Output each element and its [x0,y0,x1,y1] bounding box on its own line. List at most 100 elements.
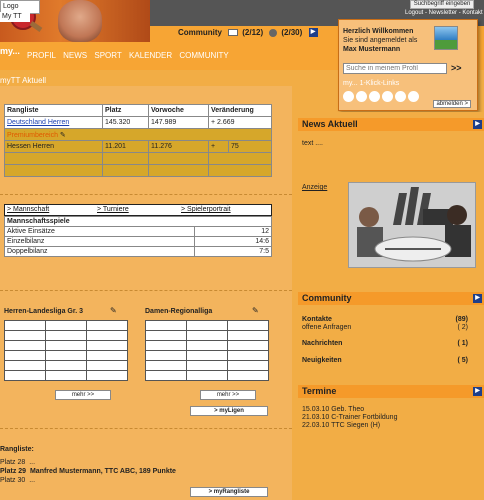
quick-link-3[interactable] [369,91,380,102]
ranking-cell: 11.201 [102,140,149,153]
league-left-table [4,320,128,381]
mail-count[interactable]: (2/12) [242,28,263,37]
ranking-cell: 145.320 [102,116,149,129]
stat-label: Einzelbilanz [4,236,195,247]
divider [0,428,292,429]
league-right-more-button[interactable]: mehr >> [200,390,256,400]
league-cell [186,340,228,351]
league-cell [145,360,187,371]
empty-cell [102,164,149,177]
league-cell [45,360,87,371]
community-title[interactable]: Community [302,293,352,303]
community-arrow-icon[interactable]: ▶ [308,28,318,38]
league-right-title[interactable]: Damen-Regionalliga [145,308,212,315]
ranking-cell: 11.276 [148,140,209,153]
league-cell [227,320,269,331]
ranking-cell: 75 [228,140,272,153]
profile-image-icon[interactable] [434,26,458,50]
edit-icon[interactable]: ✎ [60,132,66,139]
league-cell [86,350,128,361]
league-cell [145,370,187,381]
nav-item-profil[interactable]: PROFIL [27,51,56,60]
nav-item-community[interactable]: COMMUNITY [179,51,228,60]
league-cell [145,330,187,341]
welcome-box: Herzlich Willkommen Sie sind angemeldet … [338,19,478,111]
league-cell [186,370,228,381]
divider [0,194,292,195]
profile-search-go-button[interactable]: >> [451,63,462,73]
nav-item-news[interactable]: NEWS [63,51,87,60]
user-icon[interactable] [269,28,278,37]
nav-item-kalender[interactable]: KALENDER [129,51,172,60]
mail-icon[interactable] [228,29,239,37]
advertisement-image[interactable] [348,182,476,268]
rank-place: Platz 28 [0,459,26,466]
community-row-kontakte[interactable]: Kontakte (89) [302,316,478,323]
community-row-anfragen[interactable]: offene Anfragen ( 2) [302,324,478,331]
rank-text: Manfred Mustermann, TTC ABC, 189 Punkte [29,468,176,475]
ad-label: Anzeige [302,184,328,191]
quick-link-1[interactable] [343,91,354,102]
team-stats-title: Mannschaftsspiele [4,216,272,227]
community-bar: Community (2/12) (2/30) ▶ [178,26,323,39]
termine-title[interactable]: Termine [302,386,336,396]
stat-value: 7:5 [194,246,272,257]
quick-links-label: my... 1-Klick-Links [343,80,400,87]
tab-spielerportrait[interactable]: > Spielerportrait [181,206,231,213]
my-rangliste-button[interactable]: > myRangliste [190,487,268,497]
tab-mannschaft[interactable]: > Mannschaft [7,206,49,213]
league-left-title[interactable]: Herren-Landesliga Gr. 3 [4,308,83,315]
ranking-link-deutschland[interactable]: Deutschland Herren [7,119,69,126]
league-cell [4,350,46,361]
adidas-ad-graphic [349,183,475,267]
community-row-neuigkeiten[interactable]: Neuigkeiten ( 5) [302,357,478,364]
community-row-nachrichten[interactable]: Nachrichten ( 1) [302,340,478,347]
news-arrow-icon[interactable]: ▶ [473,120,482,129]
league-cell [4,320,46,331]
ranking-cell: + [208,140,229,153]
logout-button[interactable]: abmelden > [433,100,471,108]
league-cell [145,340,187,351]
right-column: News Aktuell ▶ text .... Anzeige Communit… [298,112,484,500]
ranking-cell[interactable]: Deutschland Herren [4,116,103,129]
termine-item[interactable]: 22.03.10 TTC Siegen (H) [302,422,380,429]
profile-search-input[interactable] [343,63,447,74]
neuigkeiten-count: ( 5) [457,357,469,364]
league-cell [186,320,228,331]
league-cell [86,340,128,351]
league-cell [86,360,128,371]
stat-label: Aktive Einsätze [4,226,195,237]
rank-place: Platz 30 [0,477,26,484]
search-button[interactable]: Suchbegriff eingeben [410,0,474,9]
neuigkeiten-label: Neuigkeiten [302,357,342,364]
termine-header: Termine ▶ [298,385,484,398]
league-cell [45,330,87,341]
league-cell [4,340,46,351]
quick-link-5[interactable] [395,91,406,102]
termine-item[interactable]: 15.03.10 Geb. Theo [302,406,364,413]
stat-label: Doppelbilanz [4,246,195,257]
quick-link-2[interactable] [356,91,367,102]
premium-cell: Premiumbereich ✎ [4,128,272,141]
community-label[interactable]: Community [178,28,222,37]
ranking-header-vorwoche: Vorwoche [148,104,209,117]
user-count[interactable]: (2/30) [281,28,302,37]
quick-link-6[interactable] [408,91,419,102]
premium-label[interactable]: Premiumbereich [7,132,58,139]
nav-brand[interactable]: my... [0,46,20,56]
tab-turniere[interactable]: > Turniere [97,206,129,213]
nachrichten-label: Nachrichten [302,340,343,347]
nav-item-sport[interactable]: SPORT [94,51,121,60]
news-title[interactable]: News Aktuell [302,119,358,129]
quick-link-4[interactable] [382,91,393,102]
top-links[interactable]: Logout - Newsletter - Kontakt [405,10,483,16]
edit-icon[interactable]: ✎ [252,306,259,315]
termine-item[interactable]: 21.03.10 C-Trainer Fortbildung [302,414,397,421]
edit-icon[interactable]: ✎ [110,306,117,315]
mytt-label[interactable]: My TT [0,12,30,22]
player-face-graphic [58,0,102,42]
community-section-arrow-icon[interactable]: ▶ [473,294,482,303]
league-left-more-button[interactable]: mehr >> [55,390,111,400]
my-leagues-button[interactable]: > myLigen [190,406,268,416]
termine-arrow-icon[interactable]: ▶ [473,387,482,396]
